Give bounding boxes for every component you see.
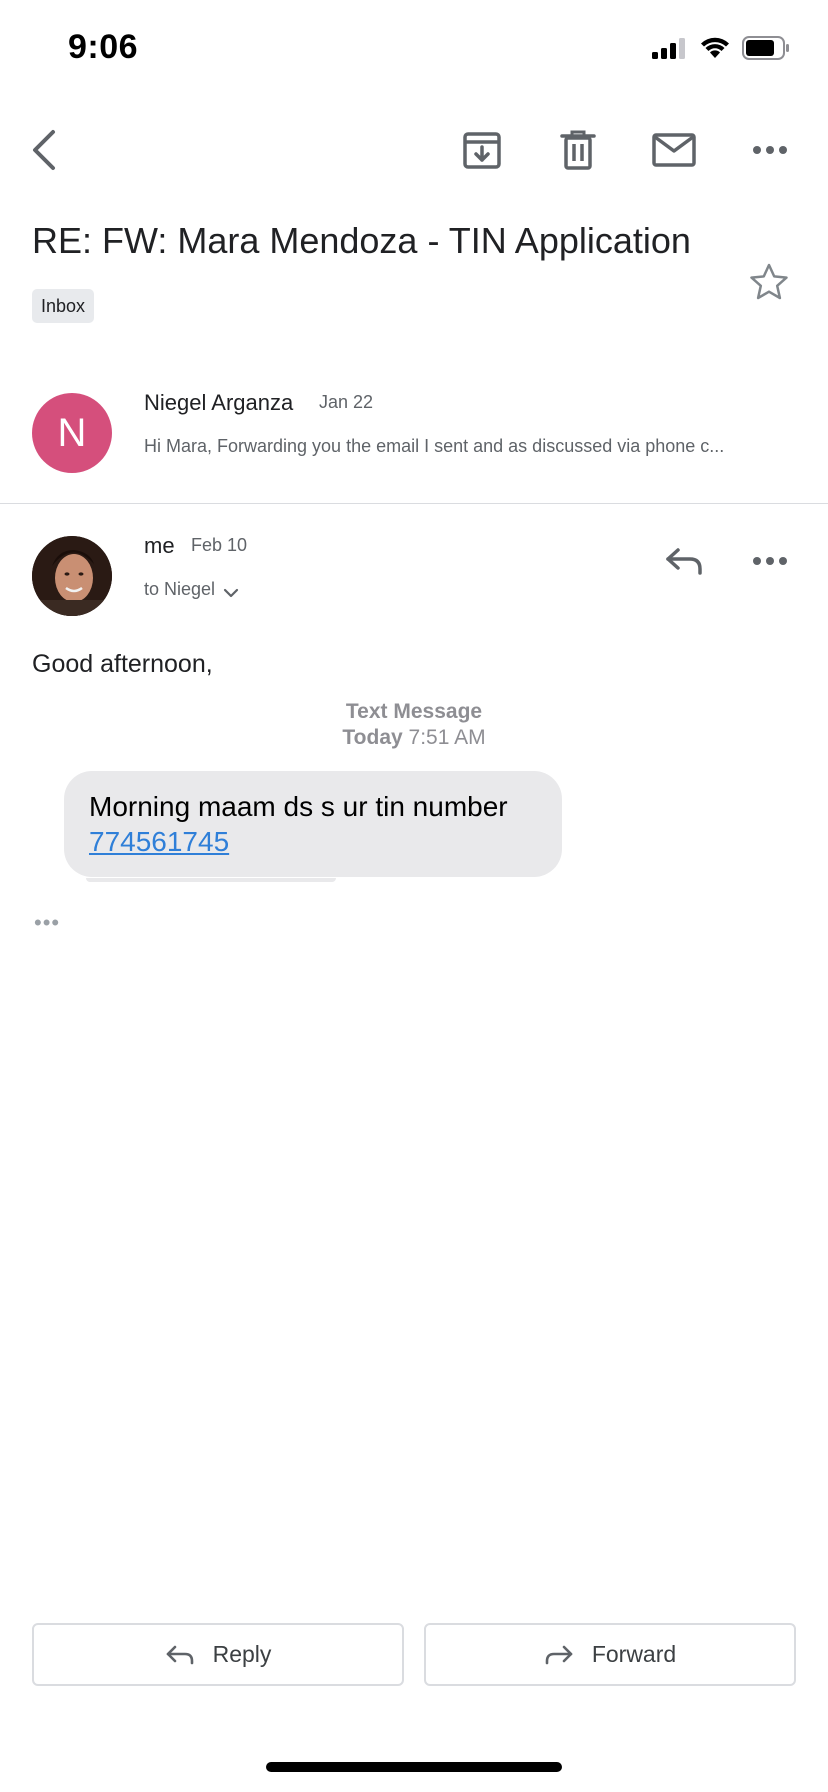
sms-header-time: 7:51 AM <box>408 726 486 749</box>
sms-bubble-edge <box>86 878 336 882</box>
wifi-icon <box>701 37 729 58</box>
sender-name: me <box>144 533 175 558</box>
more-horizontal-icon <box>753 557 787 565</box>
status-icons <box>652 36 790 60</box>
inbox-label-chip[interactable]: Inbox <box>32 289 95 323</box>
more-options-button[interactable] <box>746 126 794 174</box>
forward-icon <box>545 1645 573 1664</box>
archive-icon <box>463 132 501 169</box>
star-icon <box>750 263 788 300</box>
chevron-down-icon <box>223 588 239 597</box>
sms-header-timestamp: Today 7:51 AM <box>0 726 828 750</box>
back-button[interactable] <box>20 126 68 174</box>
message-date: Jan 22 <box>319 392 374 412</box>
sms-number-link[interactable]: 774561745 <box>89 826 229 857</box>
star-button[interactable] <box>748 262 790 307</box>
reply-button[interactable] <box>660 537 708 585</box>
message-date: Feb 10 <box>191 535 248 555</box>
delete-button[interactable] <box>554 126 602 174</box>
mail-icon <box>652 133 696 167</box>
cellular-signal-icon <box>652 38 685 59</box>
archive-button[interactable] <box>458 126 506 174</box>
sms-text: Morning maam ds s ur tin number <box>89 791 508 822</box>
message-snippet: Hi Mara, Forwarding you the email I sent… <box>144 436 725 456</box>
home-indicator[interactable] <box>266 1762 562 1772</box>
avatar: N <box>32 393 112 473</box>
message-more-options-button[interactable] <box>746 537 794 585</box>
reply-label: Reply <box>212 1641 272 1667</box>
reply-action-button[interactable]: Reply <box>32 1623 404 1686</box>
message-divider <box>0 503 828 504</box>
sms-header-title: Text Message <box>345 700 483 723</box>
email-body-greeting: Good afternoon, <box>32 650 213 678</box>
email-subject: RE: FW: Mara Mendoza - TIN Application <box>32 220 691 261</box>
forward-action-button[interactable]: Forward <box>424 1623 796 1686</box>
avatar <box>32 536 112 616</box>
mark-unread-button[interactable] <box>650 126 698 174</box>
sms-header-day: Today <box>342 726 403 749</box>
recipient-text: to Niegel <box>144 579 216 599</box>
recipient-details-toggle[interactable]: to Niegel <box>144 579 239 600</box>
battery-icon <box>742 36 789 60</box>
sender-name: Niegel Arganza <box>144 390 294 415</box>
status-time: 9:06 <box>68 28 139 66</box>
trash-icon <box>560 130 596 170</box>
reply-icon <box>666 548 702 575</box>
more-horizontal-icon <box>753 146 787 154</box>
show-trimmed-content-button[interactable]: ••• <box>34 910 60 936</box>
sms-bubble: Morning maam ds s ur tin number 77456174… <box>64 771 562 877</box>
forward-label: Forward <box>591 1641 677 1667</box>
reply-icon <box>166 1645 193 1664</box>
chevron-left-icon <box>33 130 55 170</box>
profile-photo-icon <box>32 536 112 616</box>
